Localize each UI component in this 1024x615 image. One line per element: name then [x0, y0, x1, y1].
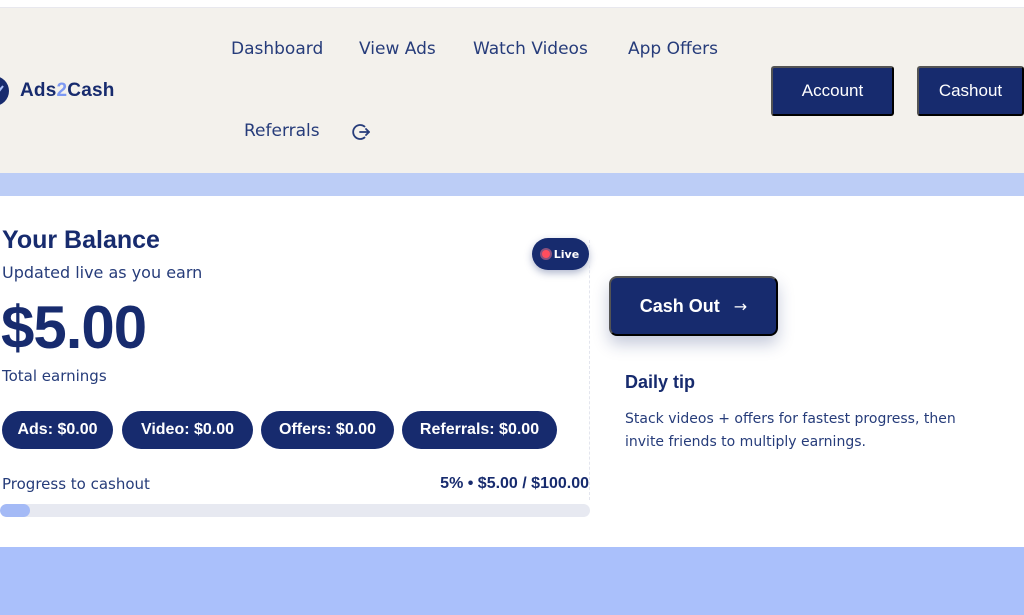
cash-out-label: Cash Out: [639, 295, 720, 316]
nav-app-offers[interactable]: App Offers: [628, 39, 718, 59]
daily-tip-text: Stack videos + offers for fastest progre…: [625, 411, 956, 450]
ads-earnings-chip: Ads: $0.00: [2, 411, 113, 449]
referrals-earnings-chip: Referrals: $0.00: [402, 411, 557, 449]
logo-badge-icon: [0, 77, 9, 105]
progress-summary: 5% • $5.00 / $100.00: [440, 475, 589, 492]
logout-icon[interactable]: [352, 122, 372, 142]
progress-label: Progress to cashout: [2, 475, 150, 493]
brand-name-suffix: Cash: [67, 80, 115, 101]
cashout-progress-fill: [0, 504, 30, 517]
video-earnings-chip: Video: $0.00: [122, 411, 253, 449]
panel-divider: [589, 240, 590, 500]
header-band: [0, 173, 1024, 196]
balance-subtitle: Updated live as you earn: [2, 263, 203, 282]
cash-out-button[interactable]: Cash Out →: [609, 276, 778, 336]
balance-title: Your Balance: [2, 226, 160, 254]
balance-amount: $5.00: [1, 294, 147, 361]
live-dot-icon: [541, 250, 550, 258]
arrow-right-icon: →: [733, 296, 748, 316]
browser-top-strip: [0, 0, 1024, 8]
cashout-progress-bar: [0, 504, 590, 517]
nav-watch-videos[interactable]: Watch Videos: [473, 39, 588, 59]
total-earnings-label: Total earnings: [2, 367, 107, 385]
nav-view-ads[interactable]: View Ads: [359, 39, 436, 59]
brand-name-prefix: Ads: [20, 80, 57, 101]
live-badge: Live: [532, 238, 589, 270]
nav-referrals[interactable]: Referrals: [244, 121, 320, 141]
daily-tip-title: Daily tip: [625, 372, 696, 392]
brand-logo[interactable]: Ads2Cash: [0, 76, 115, 106]
nav-dashboard[interactable]: Dashboard: [231, 39, 323, 59]
brand-name-accent: 2: [56, 80, 68, 101]
brand-name: Ads2Cash: [20, 80, 115, 102]
account-button[interactable]: Account: [771, 66, 894, 116]
cashout-header-button[interactable]: Cashout: [917, 66, 1024, 116]
offers-earnings-chip: Offers: $0.00: [261, 411, 394, 449]
live-badge-label: Live: [553, 247, 580, 261]
